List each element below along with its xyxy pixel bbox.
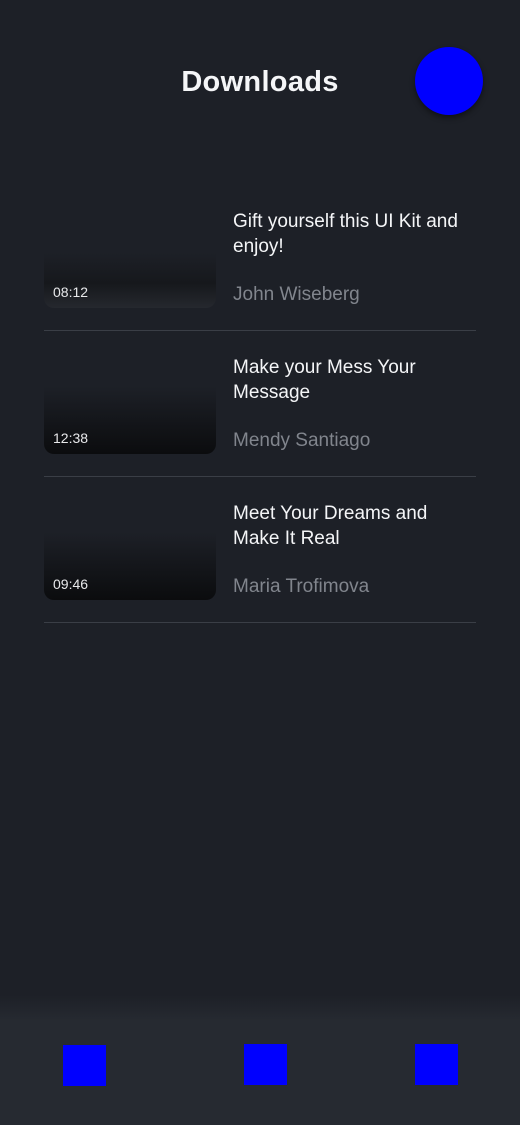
item-author: John Wiseberg [233, 284, 360, 305]
list-item[interactable]: 12:38 Make your Mess Your Message Mendy … [44, 331, 476, 477]
list-item[interactable]: 08:12 Gift yourself this UI Kit and enjo… [44, 185, 476, 331]
video-thumbnail[interactable]: 08:12 [44, 185, 216, 308]
avatar[interactable] [415, 47, 483, 115]
nav-button-2[interactable] [244, 1044, 287, 1085]
item-title: Gift yourself this UI Kit and enjoy! [233, 211, 458, 257]
video-thumbnail[interactable]: 12:38 [44, 331, 216, 454]
item-title: Make your Mess Your Message [233, 357, 416, 403]
item-title: Meet Your Dreams and Make It Real [233, 503, 428, 549]
video-thumbnail[interactable]: 09:46 [44, 477, 216, 600]
list-item[interactable]: 09:46 Meet Your Dreams and Make It Real … [44, 477, 476, 623]
duration-label: 08:12 [53, 284, 89, 300]
nav-button-3[interactable] [415, 1044, 458, 1085]
item-author: Maria Trofimova [233, 576, 370, 597]
downloads-list: 08:12 Gift yourself this UI Kit and enjo… [44, 185, 476, 623]
bottom-navigation [0, 995, 520, 1125]
item-author: Mendy Santiago [233, 430, 371, 451]
duration-label: 12:38 [53, 430, 89, 446]
duration-label: 09:46 [53, 576, 89, 592]
nav-button-1[interactable] [63, 1045, 106, 1086]
